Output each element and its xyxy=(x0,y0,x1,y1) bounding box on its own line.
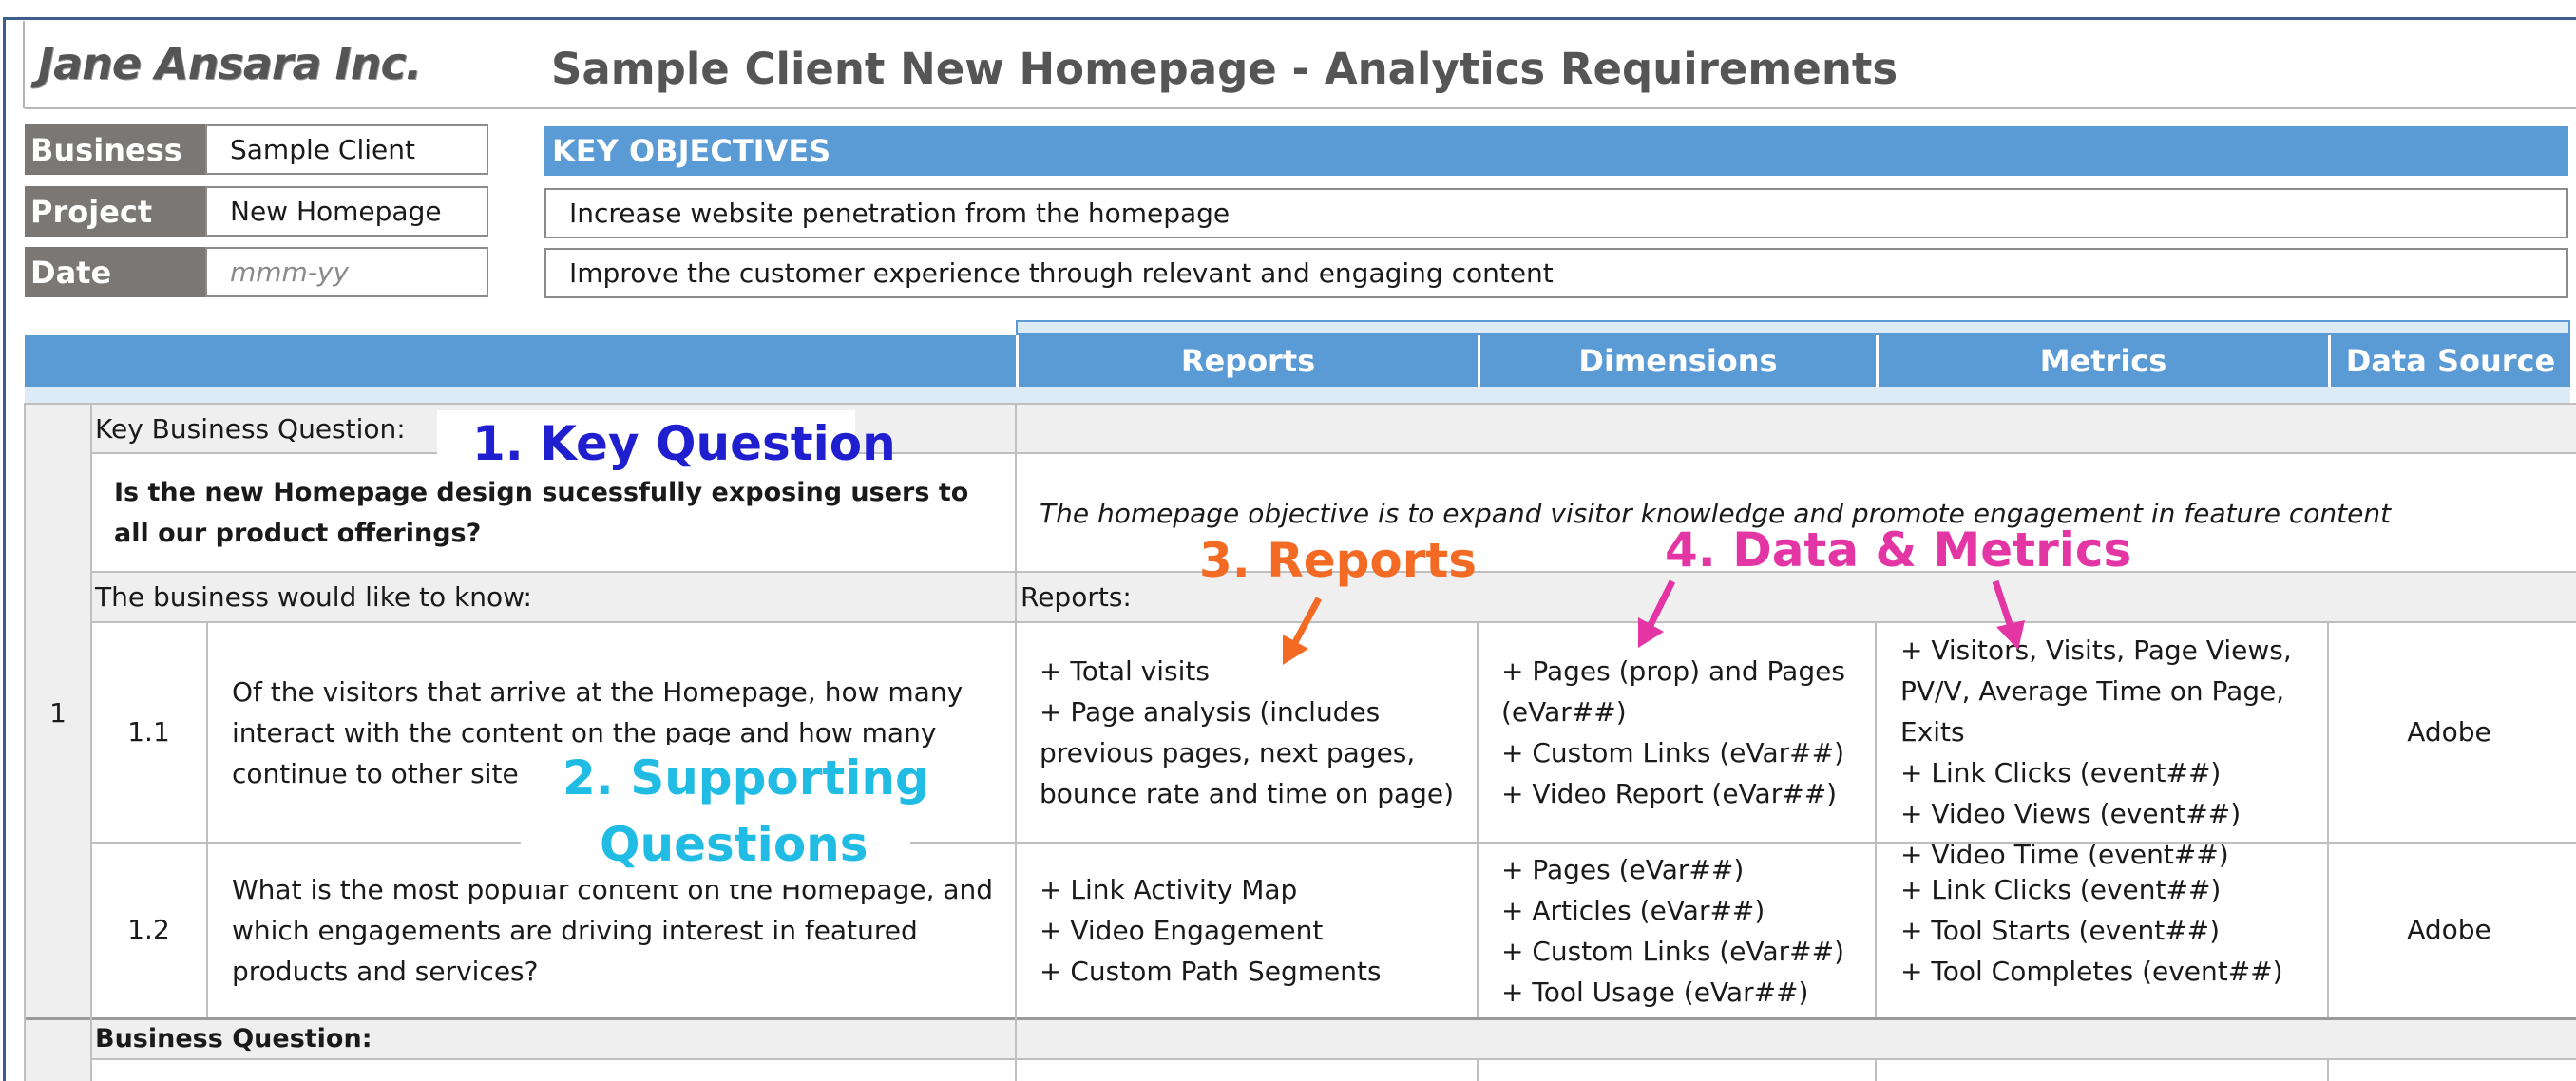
metrics-arrow-icon xyxy=(1992,579,2025,650)
dimensions-arrow-icon xyxy=(1638,579,1676,648)
reports-arrow-icon xyxy=(1283,597,1323,665)
callout-arrows xyxy=(1283,579,2025,665)
